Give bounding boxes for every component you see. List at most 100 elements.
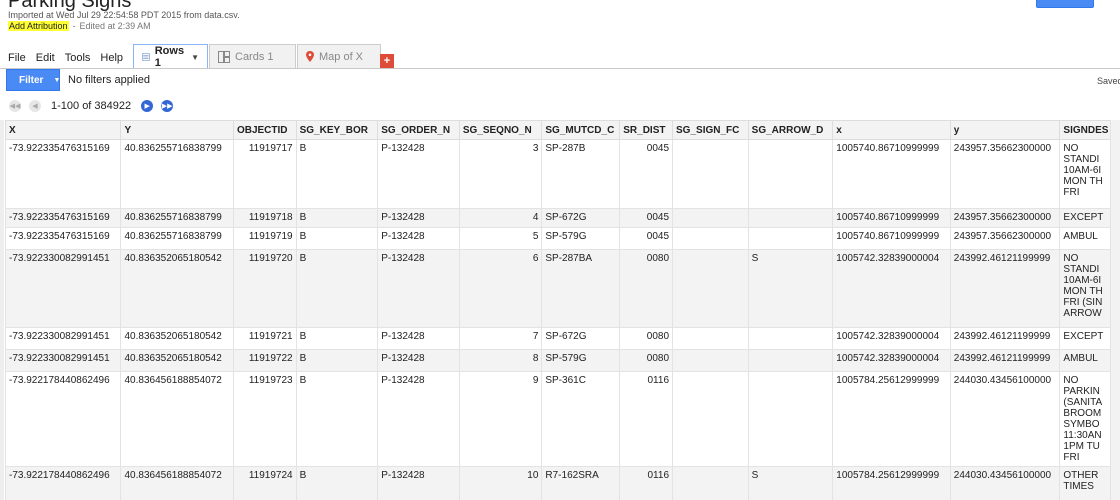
- table-row[interactable]: -73.922335476315169 40.836255716838799 119…: [4, 208, 1120, 228]
- table-cell[interactable]: [747, 371, 834, 467]
- table-cell[interactable]: [672, 249, 749, 328]
- table-cell[interactable]: 9: [458, 371, 543, 467]
- chevron-down-icon[interactable]: ▼: [191, 53, 199, 62]
- table-cell[interactable]: 6: [458, 249, 543, 328]
- column-header[interactable]: x: [832, 120, 951, 140]
- menu-tools[interactable]: Tools: [65, 52, 91, 64]
- table-cell[interactable]: SP-287BA: [541, 249, 621, 328]
- table-cell[interactable]: P-132428: [377, 139, 460, 209]
- table-cell[interactable]: P-132428: [377, 327, 460, 350]
- filter-button[interactable]: Filter ▼: [6, 69, 60, 91]
- table-cell[interactable]: [747, 349, 834, 372]
- add-attribution-link[interactable]: Add Attribution: [8, 21, 69, 31]
- table-cell[interactable]: 1005742.32839000004: [832, 349, 951, 372]
- column-header[interactable]: SG_KEY_BOR: [295, 120, 379, 140]
- menu-file[interactable]: File: [8, 52, 26, 64]
- table-cell[interactable]: 10: [458, 466, 543, 500]
- table-cell[interactable]: 3: [458, 139, 543, 209]
- tab-rows[interactable]: Rows 1 ▼: [133, 44, 208, 69]
- table-cell[interactable]: 11919723: [232, 371, 297, 467]
- table-cell[interactable]: [747, 227, 834, 250]
- table-cell[interactable]: 243957.35662300000: [949, 227, 1061, 250]
- column-header[interactable]: SR_DIST: [619, 120, 674, 140]
- table-cell[interactable]: 1005784.25612999999: [832, 466, 951, 500]
- table-cell[interactable]: SP-579G: [541, 227, 621, 250]
- next-page-icon[interactable]: ▶: [141, 100, 154, 112]
- column-header[interactable]: y: [949, 120, 1061, 140]
- table-cell[interactable]: 4: [458, 208, 543, 228]
- table-cell[interactable]: 40.836352065180542: [120, 349, 234, 372]
- table-cell[interactable]: 0116: [619, 371, 674, 467]
- table-cell[interactable]: 1005742.32839000004: [832, 327, 951, 350]
- table-cell[interactable]: 11919720: [232, 249, 297, 328]
- table-cell[interactable]: S: [747, 466, 834, 500]
- table-cell[interactable]: 243992.46121199999: [949, 249, 1061, 328]
- table-cell[interactable]: 244030.43456100000: [949, 371, 1061, 467]
- table-cell[interactable]: 0045: [619, 208, 674, 228]
- table-cell[interactable]: B: [295, 208, 379, 228]
- first-page-icon[interactable]: ◀◀: [9, 100, 21, 112]
- table-cell[interactable]: SP-287B: [541, 139, 621, 209]
- column-header[interactable]: SG_MUTCD_C: [541, 120, 621, 140]
- table-cell[interactable]: B: [295, 327, 379, 350]
- table-cell[interactable]: 40.836352065180542: [120, 327, 234, 350]
- column-header[interactable]: OBJECTID: [232, 120, 297, 140]
- table-cell[interactable]: SP-672G: [541, 327, 621, 350]
- table-row[interactable]: -73.922330082991451 40.836352065180542 119…: [4, 327, 1120, 350]
- table-cell[interactable]: [672, 349, 749, 372]
- table-cell[interactable]: P-132428: [377, 249, 460, 328]
- table-cell[interactable]: 1005740.86710999999: [832, 139, 951, 209]
- prev-page-icon[interactable]: ◀: [29, 100, 41, 112]
- table-cell[interactable]: 1005740.86710999999: [832, 227, 951, 250]
- table-cell[interactable]: B: [295, 349, 379, 372]
- table-row[interactable]: -73.922330082991451 40.836352065180542 119…: [4, 349, 1120, 372]
- table-cell[interactable]: 8: [458, 349, 543, 372]
- table-cell[interactable]: 1005784.25612999999: [832, 371, 951, 467]
- table-cell[interactable]: 7: [458, 327, 543, 350]
- table-cell[interactable]: -73.922330082991451: [4, 327, 122, 350]
- table-cell[interactable]: [747, 327, 834, 350]
- table-cell[interactable]: -73.922178440862496: [4, 466, 122, 500]
- table-cell[interactable]: [672, 371, 749, 467]
- table-cell[interactable]: 0045: [619, 139, 674, 209]
- table-cell[interactable]: 0116: [619, 466, 674, 500]
- table-cell[interactable]: 0080: [619, 327, 674, 350]
- tab-cards[interactable]: Cards 1: [209, 44, 296, 68]
- table-cell[interactable]: -73.922178440862496: [4, 371, 122, 467]
- table-cell[interactable]: 40.836352065180542: [120, 249, 234, 328]
- table-cell[interactable]: 11919717: [232, 139, 297, 209]
- table-cell[interactable]: [747, 208, 834, 228]
- table-cell[interactable]: [672, 327, 749, 350]
- table-cell[interactable]: 11919719: [232, 227, 297, 250]
- tab-map[interactable]: Map of X: [297, 44, 381, 68]
- table-row[interactable]: -73.922330082991451 40.836352065180542 119…: [4, 249, 1120, 328]
- table-row[interactable]: -73.922335476315169 40.836255716838799 119…: [4, 227, 1120, 250]
- table-cell[interactable]: 11919721: [232, 327, 297, 350]
- table-cell[interactable]: P-132428: [377, 227, 460, 250]
- table-cell[interactable]: P-132428: [377, 466, 460, 500]
- table-cell[interactable]: 1005742.32839000004: [832, 249, 951, 328]
- column-header[interactable]: Y: [120, 120, 234, 140]
- share-button[interactable]: Share: [1036, 0, 1094, 8]
- table-cell[interactable]: 40.836255716838799: [120, 208, 234, 228]
- table-cell[interactable]: 40.836255716838799: [120, 227, 234, 250]
- table-cell[interactable]: 244030.43456100000: [949, 466, 1061, 500]
- table-cell[interactable]: -73.922330082991451: [4, 349, 122, 372]
- table-cell[interactable]: [747, 139, 834, 209]
- menu-edit[interactable]: Edit: [36, 52, 55, 64]
- table-cell[interactable]: S: [747, 249, 834, 328]
- table-row[interactable]: -73.922335476315169 40.836255716838799 119…: [4, 139, 1120, 209]
- table-cell[interactable]: 0080: [619, 249, 674, 328]
- table-cell[interactable]: [672, 466, 749, 500]
- table-cell[interactable]: -73.922335476315169: [4, 227, 122, 250]
- table-cell[interactable]: P-132428: [377, 349, 460, 372]
- table-cell[interactable]: SP-579G: [541, 349, 621, 372]
- table-row[interactable]: -73.922178440862496 40.836456188854072 119…: [4, 371, 1120, 467]
- table-cell[interactable]: -73.922335476315169: [4, 139, 122, 209]
- table-cell[interactable]: 243957.35662300000: [949, 208, 1061, 228]
- table-cell[interactable]: 40.836456188854072: [120, 466, 234, 500]
- table-cell[interactable]: 40.836456188854072: [120, 371, 234, 467]
- table-cell[interactable]: -73.922335476315169: [4, 208, 122, 228]
- table-cell[interactable]: 243992.46121199999: [949, 349, 1061, 372]
- table-cell[interactable]: 243992.46121199999: [949, 327, 1061, 350]
